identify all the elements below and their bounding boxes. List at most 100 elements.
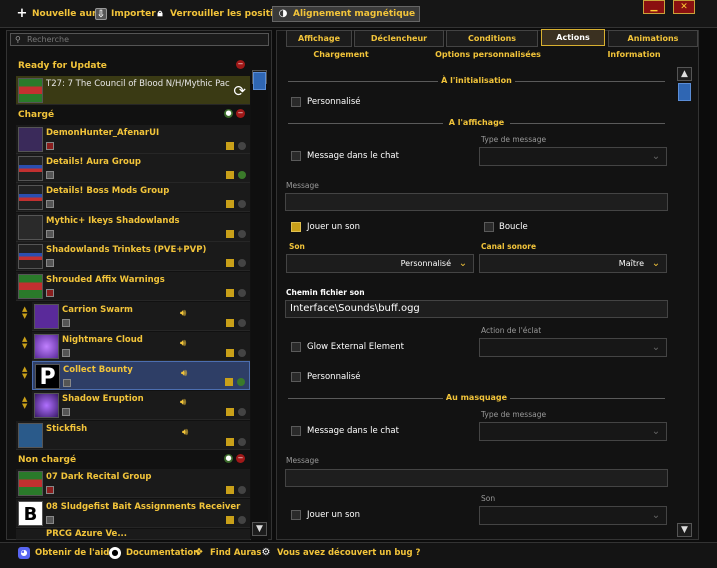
hide-message-chat-checkbox[interactable]: [291, 426, 301, 436]
github-icon: ●: [109, 547, 121, 559]
expand-icon[interactable]: [226, 142, 234, 150]
aura-item[interactable]: 07 Dark Recital Group: [16, 469, 250, 498]
visibility-icon[interactable]: [238, 230, 246, 238]
hide-play-sound-checkbox[interactable]: [291, 510, 301, 520]
aura-child-item-selected[interactable]: P Collect Bounty 🔊︎: [32, 361, 250, 390]
scroll-down-button[interactable]: ▼: [252, 522, 267, 536]
visibility-icon[interactable]: [238, 259, 246, 267]
reorder-icon[interactable]: ▲ ▼: [22, 396, 30, 410]
sound-file-input[interactable]: Interface\Sounds\buff.ogg: [285, 300, 668, 318]
speaker-icon: 🔊︎: [180, 308, 187, 319]
visibility-icon[interactable]: [238, 171, 246, 179]
magnetic-align-button[interactable]: ◑ Alignement magnétique: [272, 6, 421, 22]
aura-child-item[interactable]: Carrion Swarm 🔊︎: [32, 302, 250, 331]
scroll-thumb[interactable]: [253, 72, 266, 90]
lock-positions-button[interactable]: 🔒︎ Verrouiller les positions: [154, 6, 291, 22]
expand-icon[interactable]: [226, 486, 234, 494]
hide-message-type-dropdown[interactable]: ⌄: [479, 422, 667, 441]
collapse-icon[interactable]: −: [236, 109, 245, 118]
visibility-icon[interactable]: [238, 200, 246, 208]
tab-options-personnalisees[interactable]: Options personnalisées: [398, 48, 578, 62]
aura-item[interactable]: Shadowlands Trinkets (PVE+PVP): [16, 242, 250, 271]
message-type-dropdown[interactable]: ⌄: [479, 147, 667, 166]
find-auras-link[interactable]: ❖ Find Auras: [193, 547, 262, 559]
new-aura-button[interactable]: + Nouvelle aura: [16, 6, 103, 22]
hide-sound-dropdown[interactable]: ⌄: [479, 506, 667, 525]
play-sound-checkbox[interactable]: [291, 222, 301, 232]
get-help-link[interactable]: ◕ Obtenir de l'aide: [18, 547, 115, 559]
aura-thumb: [18, 185, 43, 210]
aura-item[interactable]: Shrouded Affix Warnings: [16, 272, 250, 301]
expand-icon[interactable]: [226, 319, 234, 327]
glow-external-checkbox[interactable]: [291, 342, 301, 352]
glow-action-dropdown[interactable]: ⌄: [479, 338, 667, 357]
loop-checkbox[interactable]: [484, 222, 494, 232]
search-input[interactable]: ⚲ Recherche: [10, 33, 269, 46]
show-custom-checkbox[interactable]: [291, 372, 301, 382]
aura-item[interactable]: Stickfish 🔊︎: [16, 421, 250, 450]
documentation-link[interactable]: ● Documentation: [109, 547, 199, 559]
scroll-thumb[interactable]: [678, 83, 691, 101]
tab-actions[interactable]: Actions: [541, 29, 605, 46]
expand-icon[interactable]: [226, 516, 234, 524]
aura-item[interactable]: PRCG Azure Ve...: [16, 529, 250, 540]
collapse-icon[interactable]: −: [236, 454, 245, 463]
collapse-icon[interactable]: −: [236, 60, 245, 69]
visibility-icon[interactable]: [238, 438, 246, 446]
message-chat-checkbox[interactable]: [291, 151, 301, 161]
update-icon[interactable]: ⟳: [233, 82, 246, 100]
expand-icon[interactable]: [225, 378, 233, 386]
reorder-icon[interactable]: ▲ ▼: [22, 336, 30, 350]
visibility-icon[interactable]: [238, 319, 246, 327]
expand-icon[interactable]: [226, 230, 234, 238]
aura-item[interactable]: Details! Boss Mods Group: [16, 183, 250, 212]
visibility-icon[interactable]: [237, 378, 245, 386]
close-button[interactable]: ✕: [673, 0, 695, 14]
scroll-up-button[interactable]: ▲: [677, 67, 692, 81]
aura-item[interactable]: B 08 Sludgefist Bait Assignments Receive…: [16, 499, 250, 528]
visibility-icon[interactable]: [238, 486, 246, 494]
visibility-icon[interactable]: [238, 408, 246, 416]
aura-thumb: [18, 423, 43, 448]
expand-icon[interactable]: [226, 200, 234, 208]
aura-child-item[interactable]: Nightmare Cloud 🔊︎: [32, 332, 250, 361]
reorder-icon[interactable]: ▲ ▼: [22, 366, 30, 380]
visibility-icon[interactable]: [238, 349, 246, 357]
aura-thumb: [18, 156, 43, 181]
import-button[interactable]: ⇩ Importer: [95, 6, 156, 22]
left-scrollbar[interactable]: ▲ ▼: [251, 70, 268, 540]
tab-conditions[interactable]: Conditions: [446, 30, 538, 47]
expand-icon[interactable]: [226, 438, 234, 446]
tab-declencheur[interactable]: Déclencheur: [354, 30, 444, 47]
aura-child-item[interactable]: Shadow Eruption 🔊︎: [32, 391, 250, 420]
scroll-down-button[interactable]: ▼: [677, 523, 692, 537]
tab-animations[interactable]: Animations: [608, 30, 698, 47]
visibility-icon[interactable]: [238, 142, 246, 150]
init-custom-checkbox[interactable]: [291, 97, 301, 107]
aura-thumb: B: [18, 501, 43, 526]
report-bug-link[interactable]: ⚙ Vous avez découvert un bug ?: [260, 547, 421, 559]
tab-affichage[interactable]: Affichage: [286, 30, 352, 47]
aura-item[interactable]: Mythic+ Ikeys Shadowlands: [16, 213, 250, 242]
minimize-button[interactable]: ▁: [643, 0, 665, 14]
expand-icon[interactable]: [226, 408, 234, 416]
expand-icon[interactable]: [226, 259, 234, 267]
visibility-icon[interactable]: [238, 516, 246, 524]
sound-dropdown[interactable]: Personnalisé ⌄: [286, 254, 474, 273]
hide-message-input[interactable]: [285, 469, 668, 487]
aura-item-council[interactable]: T27: 7 The Council of Blood N/H/Mythic P…: [16, 76, 250, 105]
eye-icon[interactable]: ●: [224, 109, 233, 118]
visibility-icon[interactable]: [238, 289, 246, 297]
reorder-icon[interactable]: ▲ ▼: [22, 306, 30, 320]
expand-icon[interactable]: [226, 349, 234, 357]
message-input[interactable]: [285, 193, 668, 211]
tab-chargement[interactable]: Chargement: [286, 48, 396, 62]
aura-item[interactable]: DemonHunter_AfenarUI: [16, 125, 250, 154]
expand-icon[interactable]: [226, 171, 234, 179]
right-scrollbar[interactable]: ▲ ▼: [676, 67, 693, 540]
eye-icon[interactable]: ●: [224, 454, 233, 463]
aura-item[interactable]: Details! Aura Group: [16, 154, 250, 183]
tab-information[interactable]: Information: [580, 48, 688, 62]
expand-icon[interactable]: [226, 289, 234, 297]
sound-channel-dropdown[interactable]: Maître ⌄: [479, 254, 667, 273]
